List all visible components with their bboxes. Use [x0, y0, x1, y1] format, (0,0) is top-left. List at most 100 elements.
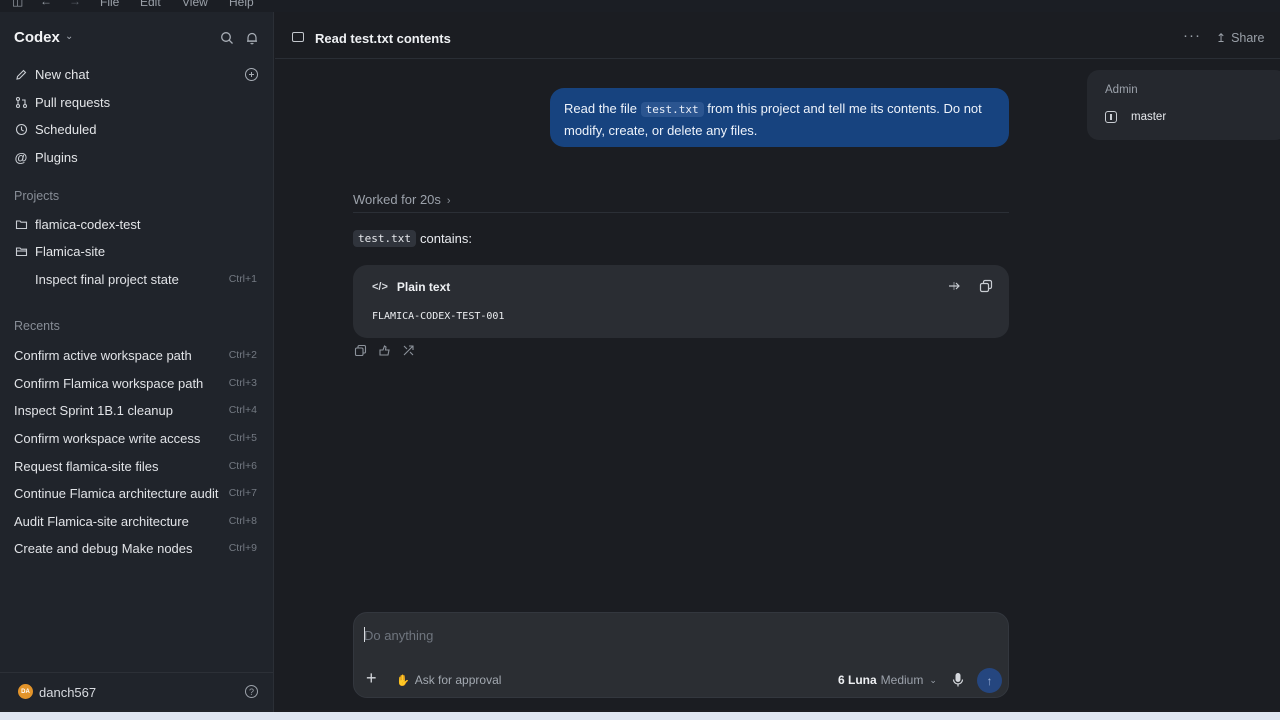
recent-item[interactable]: Audit Flamica-site architecture [14, 511, 260, 531]
thread-label: Inspect final project state [35, 271, 179, 287]
approval-label: Ask for approval [414, 673, 502, 687]
forward-arrow-icon[interactable]: → [69, 0, 81, 8]
search-icon[interactable] [220, 31, 234, 45]
projects-heading: Projects [14, 189, 60, 203]
inline-code: test.txt [353, 230, 416, 247]
share-icon: ↥ [1216, 31, 1227, 45]
nav-label: Scheduled [35, 121, 97, 137]
back-arrow-icon[interactable]: ← [40, 0, 52, 8]
app-switcher[interactable]: Codex [14, 29, 60, 46]
worked-duration-toggle[interactable]: Worked for 20s › [353, 192, 451, 207]
shortcut-hint: Ctrl+8 [228, 515, 257, 527]
recent-label: Continue Flamica architecture audit [14, 485, 219, 501]
send-button[interactable]: ↑ [977, 668, 1002, 693]
composer: + ✋ Ask for approval 6 Luna Medium ⌄ ↑ [353, 612, 1009, 698]
copy-icon[interactable] [979, 279, 993, 293]
user-message-bubble: Read the file test.txt from this project… [550, 88, 1009, 147]
fork-icon[interactable] [402, 344, 415, 357]
nav-label: Pull requests [35, 94, 111, 110]
recent-label: Audit Flamica-site architecture [14, 513, 189, 529]
approval-mode-button[interactable]: ✋ Ask for approval [396, 673, 501, 687]
share-button[interactable]: ↥ Share [1216, 31, 1264, 45]
sidebar: Codex ⌄ New chat Pull requests Scheduled… [0, 12, 274, 712]
recent-item[interactable]: Confirm active workspace path [14, 345, 260, 365]
branch-name: master [1131, 111, 1167, 123]
recent-label: Confirm active workspace path [14, 347, 192, 363]
avatar[interactable]: DA [18, 684, 33, 699]
folder-icon [14, 217, 28, 231]
sidebar-item-plugins[interactable]: @ Plugins [14, 147, 264, 167]
shortcut-hint: Ctrl+4 [228, 404, 257, 416]
edit-icon [14, 67, 28, 81]
menu-help[interactable]: Help [229, 0, 254, 9]
sidebar-item-pull-requests[interactable]: Pull requests [14, 92, 264, 112]
code-language: Plain text [396, 280, 451, 294]
recent-item[interactable]: Request flamica-site files [14, 456, 260, 476]
folder-open-icon [14, 244, 28, 258]
branch-selector[interactable]: master [1105, 111, 1166, 123]
hand-icon: ✋ [396, 674, 410, 687]
recent-label: Confirm Flamica workspace path [14, 375, 204, 391]
copy-icon[interactable] [354, 344, 367, 357]
menu-view[interactable]: View [182, 0, 208, 9]
recent-item[interactable]: Confirm Flamica workspace path [14, 373, 260, 393]
branch-icon [1105, 111, 1117, 123]
folder-icon [292, 32, 304, 42]
chevron-right-icon: › [446, 195, 451, 207]
add-attachment-button[interactable]: + [366, 669, 377, 687]
more-options-icon[interactable]: ··· [1183, 27, 1201, 44]
model-name: 6 Luna [838, 673, 877, 687]
thumbs-feedback-icon[interactable] [378, 344, 391, 357]
chevron-down-icon[interactable]: ⌄ [65, 31, 73, 42]
os-taskbar [0, 712, 1280, 720]
sidebar-item-scheduled[interactable]: Scheduled [14, 119, 264, 139]
at-icon: @ [14, 149, 28, 165]
recent-label: Request flamica-site files [14, 458, 159, 474]
add-circle-icon[interactable] [245, 68, 258, 81]
environment-label: Admin [1105, 84, 1138, 96]
microphone-icon[interactable] [951, 672, 965, 688]
model-selector[interactable]: 6 Luna Medium ⌄ [838, 673, 937, 687]
recent-item[interactable]: Create and debug Make nodes [14, 538, 260, 558]
shortcut-hint: Ctrl+2 [228, 349, 257, 361]
help-icon[interactable]: ? [245, 685, 258, 698]
wrap-arrow-icon[interactable] [947, 279, 961, 293]
project-item-flamica-site[interactable]: Flamica-site [14, 241, 264, 261]
sidebar-toggle-icon[interactable]: ◫ [12, 0, 23, 8]
arrow-up-icon: ↑ [986, 673, 993, 688]
project-thread-item[interactable]: Inspect final project state [35, 269, 260, 289]
worked-label: Worked for 20s [353, 192, 441, 207]
recent-item[interactable]: Confirm workspace write access [14, 428, 260, 448]
nav-label: New chat [35, 66, 90, 82]
new-chat-button[interactable]: New chat [14, 64, 264, 84]
project-item-flamica-codex-test[interactable]: flamica-codex-test [14, 214, 264, 234]
bell-icon[interactable] [245, 31, 259, 45]
share-label: Share [1231, 31, 1265, 45]
menu-edit[interactable]: Edit [140, 0, 161, 9]
shortcut-hint: Ctrl+5 [228, 432, 257, 444]
chevron-down-icon: ⌄ [929, 674, 937, 685]
thread-header: Read test.txt contents ··· ↥ Share [275, 17, 1280, 59]
username[interactable]: danch567 [39, 685, 96, 700]
reply-text: contains: [419, 231, 473, 246]
code-language-label: </> Plain text [372, 280, 450, 294]
clock-icon [14, 122, 28, 136]
assistant-reply: test.txt contains: [353, 230, 472, 247]
code-content: FLAMICA-CODEX-TEST-001 [372, 311, 505, 322]
prompt-input[interactable] [364, 624, 994, 646]
recent-label: Inspect Sprint 1B.1 cleanup [14, 402, 173, 418]
project-label: Flamica-site [35, 243, 106, 259]
model-effort: Medium [880, 673, 924, 687]
message-actions [354, 344, 415, 357]
app-window: ◫ ← → File Edit View Help Codex ⌄ New ch… [0, 0, 1280, 720]
message-text: Read the file [564, 101, 641, 116]
recent-item[interactable]: Continue Flamica architecture audit [14, 483, 260, 503]
recent-label: Create and debug Make nodes [14, 540, 193, 556]
shortcut-hint: Ctrl+9 [228, 542, 257, 554]
recents-heading: Recents [14, 319, 60, 333]
menu-file[interactable]: File [100, 0, 119, 9]
recent-item[interactable]: Inspect Sprint 1B.1 cleanup [14, 400, 260, 420]
shortcut-hint: Ctrl+6 [228, 460, 257, 472]
shortcut-hint: Ctrl+3 [228, 377, 257, 389]
environment-panel: Admin master [1087, 70, 1280, 140]
